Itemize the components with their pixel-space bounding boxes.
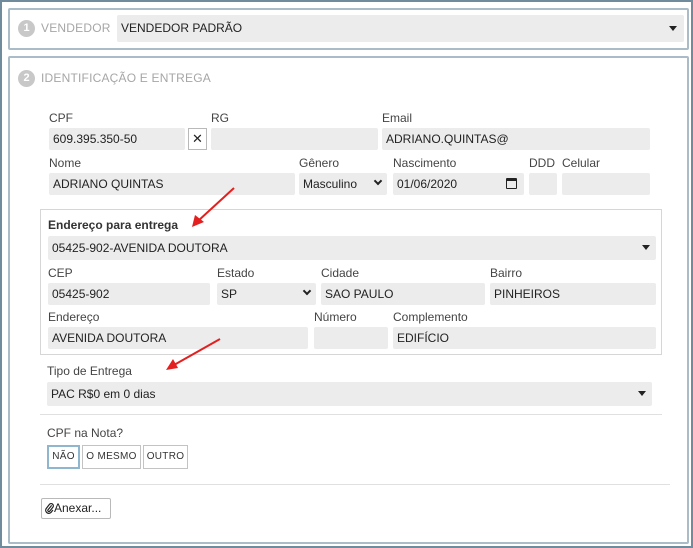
cellphone-label: Celular [562,156,601,170]
number-label: Número [314,310,357,324]
email-input[interactable]: ADRIANO.QUINTAS@ [382,128,650,150]
ddd-label: DDD [529,156,555,170]
cpf-label: CPF [49,111,73,125]
gender-label: Gênero [299,156,340,170]
name-label: Nome [49,156,82,170]
red-arrow-icon [192,187,235,227]
cellphone-input[interactable] [562,173,650,195]
cpf-invoice-option-outro[interactable]: OUTRO [143,445,188,469]
street-label: Endereço [48,310,100,324]
chevron-down-icon [302,286,312,296]
cep-label: CEP [48,266,73,280]
gender-value: Masculino [303,177,358,191]
complement-label: Complemento [393,310,468,324]
caret-down-icon [642,245,650,250]
number-input[interactable] [314,327,388,349]
neighborhood-label: Bairro [490,266,523,280]
attach-button[interactable]: Anexar... [41,498,111,519]
delivery-address-title: Endereço para entrega [48,218,179,232]
cpf-value: 609.395.350-50 [53,132,138,146]
caret-down-icon [638,391,646,396]
name-value: ADRIANO QUINTAS [53,177,164,191]
birthdate-input[interactable]: 01/06/2020 [393,173,524,195]
step-2-badge-icon: 2 [18,70,35,87]
divider [40,414,662,415]
rg-input[interactable] [211,128,378,150]
cep-input[interactable]: 05425-902 [48,283,210,305]
calendar-icon[interactable] [506,178,517,189]
street-value: AVENIDA DOUTORA [52,331,167,345]
email-value: ADRIANO.QUINTAS@ [386,132,509,146]
delivery-type-label: Tipo de Entrega [47,364,132,378]
close-icon: ✕ [192,131,203,146]
cpf-invoice-label: CPF na Nota? [47,426,124,440]
paperclip-icon [45,503,54,514]
seller-select-value: VENDEDOR PADRÃO [121,21,243,35]
city-label: Cidade [321,266,360,280]
delivery-type-select[interactable]: PAC R$0 em 0 dias [47,382,652,406]
identification-section: 2 IDENTIFICAÇÃO E ENTREGA CPF 609.395.35… [8,56,689,544]
cep-value: 05425-902 [52,287,110,301]
attach-label: Anexar... [54,501,102,515]
delivery-type-value: PAC R$0 em 0 dias [51,387,156,401]
state-value: SP [221,287,238,301]
rg-label: RG [211,111,229,125]
seller-section: 1 VENDEDOR VENDEDOR PADRÃO [8,8,689,50]
city-input[interactable]: SAO PAULO [321,283,485,305]
ddd-input[interactable] [529,173,557,195]
email-label: Email [382,111,413,125]
red-arrow-icon [166,338,221,370]
step-1-badge-icon: 1 [18,20,35,37]
delivery-address-box: Endereço para entrega 05425-902-AVENIDA … [40,209,662,355]
state-select[interactable]: SP [217,283,316,305]
birthdate-value: 01/06/2020 [397,177,458,191]
name-input[interactable]: ADRIANO QUINTAS [49,173,295,195]
birthdate-label: Nascimento [393,156,457,170]
neighborhood-input[interactable]: PINHEIROS [490,283,656,305]
neighborhood-value: PINHEIROS [494,287,561,301]
gender-select[interactable]: Masculino [299,173,387,195]
delivery-address-value: 05425-902-AVENIDA DOUTORA [52,241,228,255]
complement-input[interactable]: EDIFÍCIO [393,327,656,349]
delivery-address-select[interactable]: 05425-902-AVENIDA DOUTORA [48,236,656,260]
cpf-invoice-option-nao[interactable]: NÃO [47,445,80,469]
chevron-down-icon [373,176,383,186]
cpf-invoice-option-o-mesmo[interactable]: O MESMO [82,445,141,469]
checkout-panel: 1 VENDEDOR VENDEDOR PADRÃO 2 IDENTIFICAÇ… [0,0,693,548]
clear-cpf-button[interactable]: ✕ [188,128,207,150]
state-label: Estado [217,266,255,280]
seller-select[interactable]: VENDEDOR PADRÃO [117,15,684,42]
caret-down-icon [669,26,677,31]
divider [40,484,670,485]
identification-section-title: IDENTIFICAÇÃO E ENTREGA [41,71,211,85]
complement-value: EDIFÍCIO [397,331,450,345]
city-value: SAO PAULO [325,287,394,301]
cpf-input[interactable]: 609.395.350-50 [49,128,185,150]
seller-section-title: VENDEDOR [41,21,111,35]
